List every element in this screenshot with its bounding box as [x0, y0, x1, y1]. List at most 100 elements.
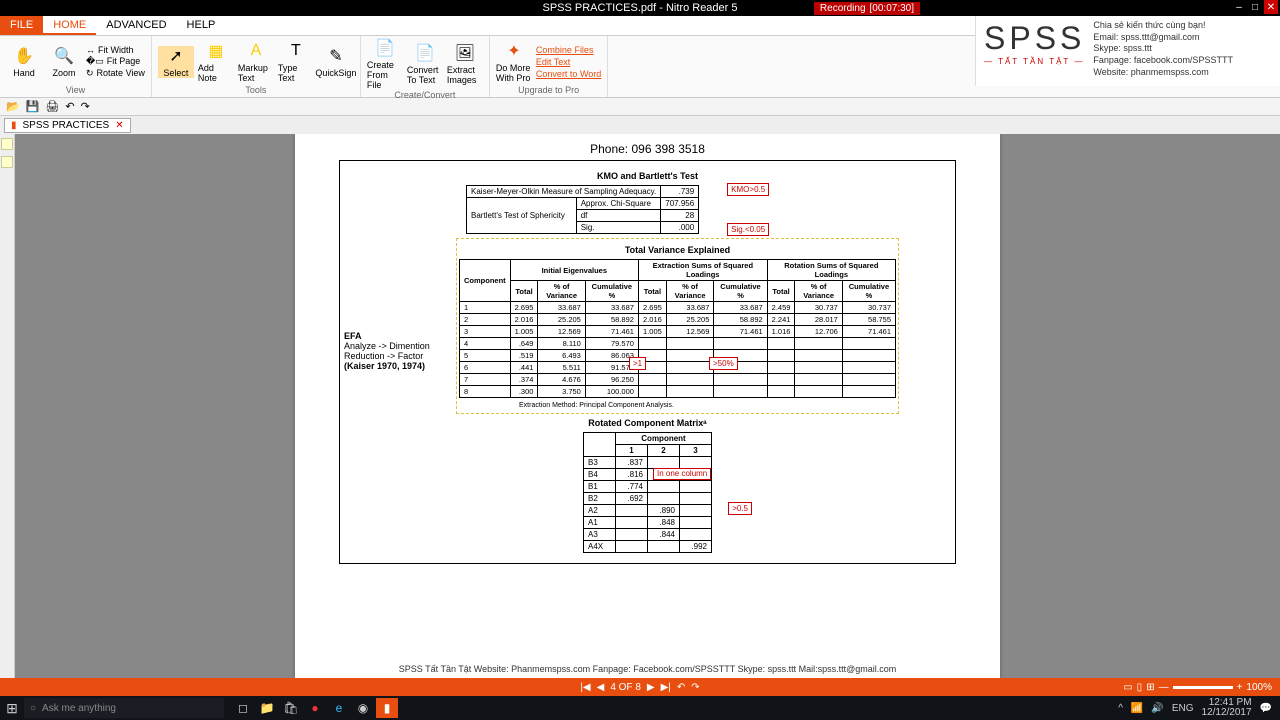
save-icon[interactable]: 💾	[26, 100, 40, 113]
extract-images-button[interactable]: 🖼Extract Images	[447, 43, 483, 85]
tab-help[interactable]: HELP	[177, 16, 226, 35]
zoom-slider[interactable]	[1173, 686, 1233, 689]
last-page-icon[interactable]: ▶|	[661, 682, 671, 693]
rotate-button[interactable]: ↻ Rotate View	[86, 68, 145, 79]
add-note-button[interactable]: ▦Add Note	[198, 41, 234, 83]
kmo-table: Kaiser-Meyer-Olkin Measure of Sampling A…	[466, 185, 699, 234]
minimize-icon[interactable]: –	[1232, 0, 1246, 14]
chrome-icon[interactable]: ◉	[352, 698, 374, 718]
bookmarks-icon[interactable]	[1, 156, 13, 168]
nitro-icon[interactable]: ▮	[376, 698, 398, 718]
print-icon[interactable]: 🖨	[45, 100, 59, 113]
forward-icon[interactable]: ↷	[691, 682, 699, 693]
convert-word-link[interactable]: Convert to Word	[536, 69, 601, 79]
windows-taskbar: ⊞ ○ Ask me anything ◻ 📁 🛍 ● e ◉ ▮ ^ 📶 🔊 …	[0, 696, 1280, 720]
convert-icon: 📄	[415, 43, 435, 63]
redo-icon[interactable]: ↷	[81, 100, 90, 113]
markup-button[interactable]: AMarkup Text	[238, 41, 274, 83]
cursor-icon: ➚	[166, 46, 186, 66]
edit-text-link[interactable]: Edit Text	[536, 57, 601, 67]
side-panel	[0, 134, 15, 678]
app-icon[interactable]: ●	[304, 698, 326, 718]
document-tabs: ▮ SPSS PRACTICES ✕	[0, 116, 1280, 136]
first-page-icon[interactable]: |◀	[580, 682, 590, 693]
kmo-title: KMO and Bartlett's Test	[346, 171, 949, 181]
network-icon[interactable]: 📶	[1131, 703, 1143, 714]
clock-date[interactable]: 12/12/2017	[1201, 708, 1251, 718]
start-button[interactable]: ⊞	[0, 700, 24, 717]
status-bar: |◀ ◀ 4 OF 8 ▶ ▶| ↶ ↷ ▭ ▯ ⊞ — + 100%	[0, 678, 1280, 696]
prev-page-icon[interactable]: ◀	[597, 682, 605, 693]
notifications-icon[interactable]: 💬	[1260, 703, 1272, 714]
tab-advanced[interactable]: ADVANCED	[96, 16, 176, 35]
tve-title: Total Variance Explained	[459, 245, 896, 255]
edge-icon[interactable]: e	[328, 698, 350, 718]
gt05-callout: >0.5	[728, 502, 752, 515]
doc-tab[interactable]: ▮ SPSS PRACTICES ✕	[4, 118, 131, 133]
kmo-callout: KMO>0.5	[727, 183, 769, 196]
fit-page-button[interactable]: �▭ Fit Page	[86, 56, 145, 67]
pdf-icon: ▮	[11, 120, 17, 131]
brand-panel: SPSS — TẤT TẦN TẬT — Chia sẻ kiến thức c…	[975, 16, 1280, 86]
tray-up-icon[interactable]: ^	[1118, 703, 1123, 714]
gt50-callout: >50%	[709, 357, 738, 370]
close-icon[interactable]: ✕	[1264, 0, 1278, 14]
recording-indicator: Recording[00:07:30]	[814, 2, 920, 15]
hand-button[interactable]: ✋Hand	[6, 46, 42, 78]
document-viewport[interactable]: Phone: 096 398 3518 EFA Analyze -> Dimen…	[15, 134, 1280, 678]
hand-icon: ✋	[14, 46, 34, 66]
gt1-callout: >1	[629, 357, 646, 370]
comments-icon[interactable]	[1, 138, 13, 150]
store-icon[interactable]: 🛍	[280, 698, 302, 718]
window-controls: – □ ✕	[1232, 0, 1278, 14]
next-page-icon[interactable]: ▶	[647, 682, 655, 693]
sig-callout: Sig.<0.05	[727, 223, 769, 236]
brand-logo: SPSS	[984, 20, 1085, 57]
view-mode-icon[interactable]: ⊞	[1146, 682, 1154, 693]
volume-icon[interactable]: 🔊	[1151, 703, 1163, 714]
rcm-title: Rotated Component Matrixᵃ	[346, 418, 949, 428]
undo-icon[interactable]: ↶	[65, 100, 74, 113]
maximize-icon[interactable]: □	[1248, 0, 1262, 14]
sign-icon: ✎	[326, 46, 346, 66]
tab-file[interactable]: FILE	[0, 16, 43, 35]
task-view-icon[interactable]: ◻	[232, 698, 254, 718]
page-footer: SPSS Tất Tần Tật Website: Phanmemspss.co…	[299, 664, 996, 674]
tve-table: ComponentInitial EigenvaluesExtraction S…	[459, 259, 896, 398]
view-mode-icon[interactable]: ▭	[1123, 682, 1132, 693]
create-from-file-button[interactable]: 📄Create From File	[367, 38, 403, 90]
select-button[interactable]: ➚Select	[158, 46, 194, 78]
do-more-button[interactable]: ✦Do More With Pro	[496, 41, 532, 83]
quicksign-button[interactable]: ✎QuickSign	[318, 46, 354, 78]
pdf-page: Phone: 096 398 3518 EFA Analyze -> Dimen…	[295, 134, 1000, 678]
lang-indicator[interactable]: ENG	[1172, 703, 1194, 714]
highlight-icon: A	[246, 41, 266, 61]
zoom-level: 100%	[1246, 682, 1272, 693]
phone-text: Phone: 096 398 3518	[299, 142, 996, 156]
titlebar: SPSS PRACTICES.pdf - Nitro Reader 5 Reco…	[0, 0, 1280, 16]
note-icon: ▦	[206, 41, 226, 61]
page-indicator: 4 OF 8	[610, 682, 641, 693]
open-icon[interactable]: 📂	[6, 100, 20, 113]
file-icon: 📄	[375, 38, 395, 58]
zoom-icon: 🔍	[54, 46, 74, 66]
star-icon: ✦	[504, 41, 524, 61]
convert-text-button[interactable]: 📄Convert To Text	[407, 43, 443, 85]
fit-width-button[interactable]: ↔ Fit Width	[86, 45, 145, 55]
quick-access-toolbar: 📂 💾 🖨 ↶ ↷	[0, 98, 1280, 116]
rcm-table: Component 123 B3.837B4.816B1.774B2.692A2…	[583, 432, 712, 553]
tab-home[interactable]: HOME	[43, 16, 96, 35]
explorer-icon[interactable]: 📁	[256, 698, 278, 718]
app-title: SPSS PRACTICES.pdf - Nitro Reader 5	[542, 2, 737, 14]
combine-files-link[interactable]: Combine Files	[536, 45, 601, 55]
view-mode-icon[interactable]: ▯	[1137, 682, 1143, 693]
tve-footnote: Extraction Method: Principal Component A…	[519, 402, 896, 409]
one-col-callout: In one column	[653, 468, 711, 480]
type-text-button[interactable]: TType Text	[278, 41, 314, 83]
image-icon: 🖼	[455, 43, 475, 63]
back-icon[interactable]: ↶	[677, 682, 685, 693]
search-input[interactable]: ○ Ask me anything	[24, 698, 224, 718]
zoom-button[interactable]: 🔍Zoom	[46, 46, 82, 78]
close-tab-icon[interactable]: ✕	[115, 120, 123, 131]
efa-note: EFA Analyze -> Dimention Reduction -> Fa…	[344, 331, 434, 371]
